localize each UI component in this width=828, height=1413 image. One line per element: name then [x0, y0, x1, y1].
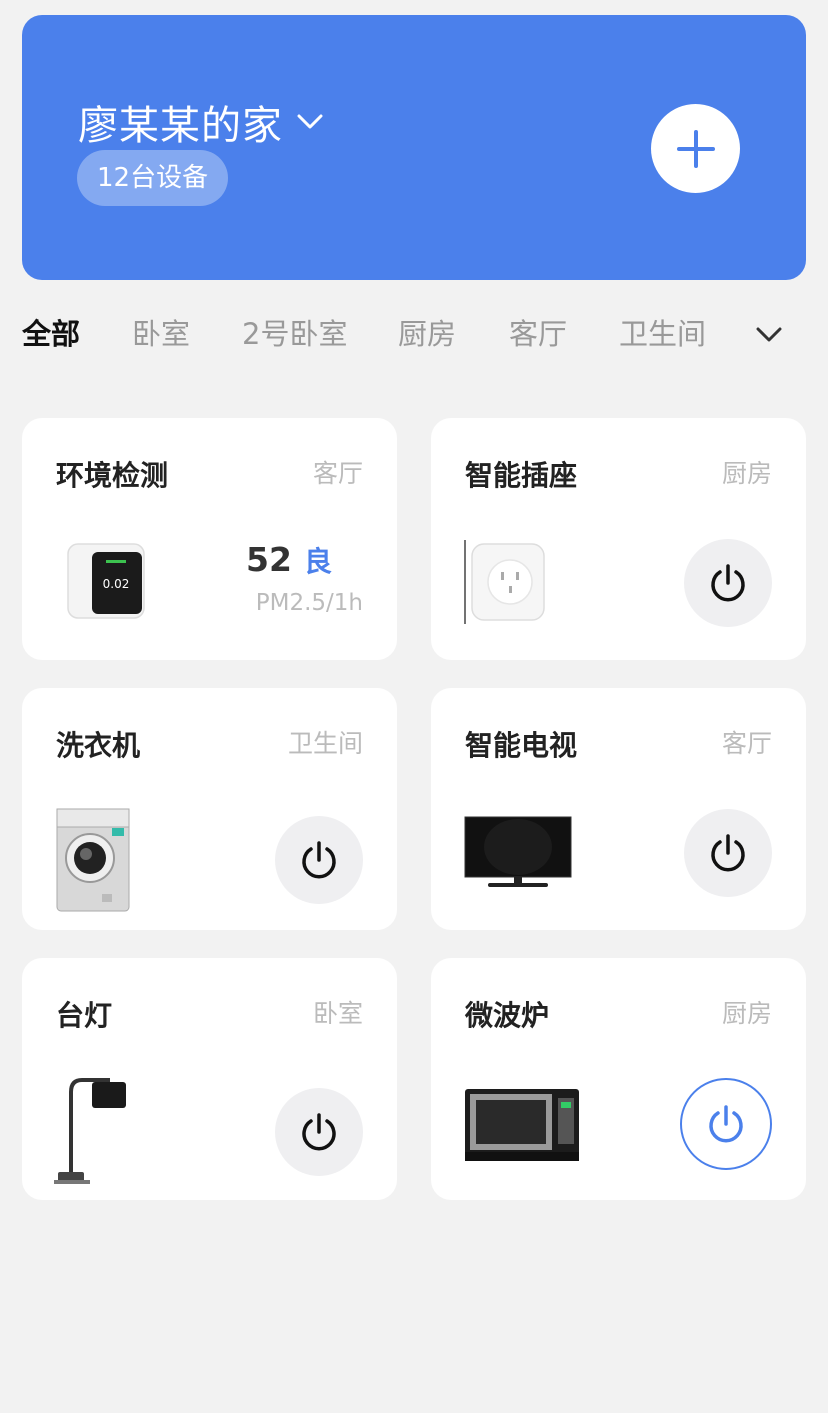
- power-icon: [302, 841, 336, 879]
- smart-plug-icon: [464, 538, 548, 630]
- device-card-desk-lamp[interactable]: 台灯 卧室: [22, 958, 397, 1200]
- device-room: 卧室: [312, 999, 363, 1028]
- chevron-down-icon: [297, 109, 323, 135]
- air-monitor-icon: 0.02: [66, 542, 146, 624]
- device-room: 客厅: [312, 459, 363, 488]
- washing-machine-icon: [56, 808, 130, 916]
- device-room: 卫生间: [287, 729, 363, 758]
- tab-all[interactable]: 全部: [22, 310, 80, 358]
- power-icon: [302, 1113, 336, 1151]
- air-quality-unit: PM2.5/1h: [255, 590, 363, 616]
- power-icon: [711, 564, 745, 602]
- device-name: 台灯: [56, 999, 113, 1032]
- tabs-more-button[interactable]: [752, 321, 786, 349]
- tab-bedroom[interactable]: 卧室: [132, 310, 190, 358]
- device-name: 洗衣机: [56, 729, 141, 762]
- air-quality-reading: 52 良: [246, 540, 332, 580]
- microwave-icon: [464, 1088, 580, 1166]
- device-room: 厨房: [721, 999, 772, 1028]
- power-button[interactable]: [275, 1088, 363, 1176]
- tab-bedroom-2[interactable]: 2号卧室: [242, 310, 347, 358]
- device-name: 智能电视: [465, 729, 578, 762]
- tab-kitchen[interactable]: 厨房: [398, 310, 456, 358]
- power-button[interactable]: [680, 1078, 772, 1170]
- device-card-microwave[interactable]: 微波炉 厨房: [431, 958, 806, 1200]
- device-card-washing-machine[interactable]: 洗衣机 卫生间: [22, 688, 397, 930]
- power-icon: [711, 834, 745, 872]
- device-name: 环境检测: [56, 459, 169, 492]
- tv-icon: [464, 816, 572, 894]
- desk-lamp-icon: [52, 1074, 128, 1190]
- svg-text:0.02: 0.02: [103, 577, 130, 591]
- device-name: 微波炉: [465, 999, 550, 1032]
- power-button[interactable]: [684, 539, 772, 627]
- tab-bathroom[interactable]: 卫生间: [619, 310, 706, 358]
- device-room: 客厅: [721, 729, 772, 758]
- device-card-environment[interactable]: 环境检测 客厅 0.02 52 良 PM2.5/1h: [22, 418, 397, 660]
- home-selector[interactable]: 廖某某的家: [78, 93, 323, 151]
- air-quality-value: 52: [246, 540, 292, 579]
- power-button[interactable]: [275, 816, 363, 904]
- home-name: 廖某某的家: [78, 103, 283, 149]
- power-button[interactable]: [684, 809, 772, 897]
- device-count-badge: 12台设备: [77, 150, 229, 206]
- add-device-button[interactable]: [651, 104, 740, 193]
- tab-living-room[interactable]: 客厅: [509, 310, 567, 358]
- device-card-smart-tv[interactable]: 智能电视 客厅: [431, 688, 806, 930]
- chevron-down-icon: [756, 327, 782, 342]
- home-header-card: 廖某某的家 12台设备: [22, 15, 806, 280]
- device-room: 厨房: [721, 459, 772, 488]
- device-name: 智能插座: [465, 459, 578, 492]
- device-card-smart-plug[interactable]: 智能插座 厨房: [431, 418, 806, 660]
- room-tabs: 全部 卧室 2号卧室 厨房 客厅 卫生间: [0, 310, 828, 360]
- plus-icon: [676, 129, 715, 168]
- power-icon: [709, 1105, 743, 1143]
- air-quality-level: 良: [303, 545, 332, 578]
